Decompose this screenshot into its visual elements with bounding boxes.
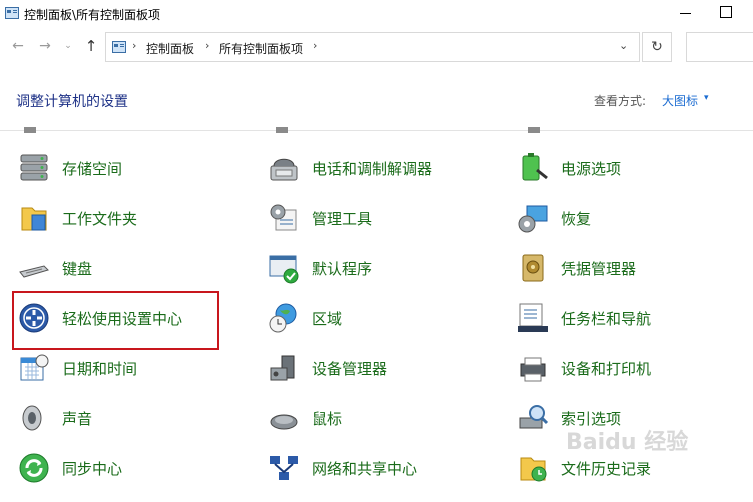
view-by-dropdown[interactable]: 大图标 [662,92,698,109]
item-power-options[interactable]: 电源选项 [517,150,747,186]
chevron-down-icon[interactable]: ▾ [704,93,709,103]
item-work-folders[interactable]: 工作文件夹 [18,200,248,236]
network-sharing-icon [270,456,298,480]
sound-icon [22,405,42,431]
item-label[interactable]: 同步中心 [62,458,122,479]
item-label[interactable]: 默认程序 [312,258,372,279]
device-manager-icon [270,355,295,381]
view-by-label: 查看方式: [594,94,647,108]
header-divider [0,130,753,131]
item-phone-modem[interactable]: 电话和调制解调器 [268,150,498,186]
phone-modem-icon [270,158,298,181]
control-panel-icon [112,41,126,53]
item-default-programs[interactable]: 默认程序 [268,250,498,286]
item-label[interactable]: 区域 [312,308,342,329]
item-label[interactable]: 存储空间 [62,158,122,179]
title-bar: 控制面板\所有控制面板项 [0,0,753,28]
file-history-icon [520,457,547,482]
item-label[interactable]: 工作文件夹 [62,208,137,229]
devices-printers-icon [520,357,546,382]
breadcrumb-control-panel[interactable]: 控制面板 [146,40,194,57]
default-programs-icon [269,255,299,284]
item-region[interactable]: 区域 [268,300,498,336]
search-input[interactable] [686,32,753,62]
address-dropdown-button[interactable]: ⌄ [619,39,628,52]
window-title: 控制面板\所有控制面板项 [24,8,161,22]
item-taskbar-navigation[interactable]: 任务栏和导航 [517,300,747,336]
date-time-icon [20,354,49,381]
item-recovery[interactable]: 恢复 [517,200,747,236]
breadcrumb-separator[interactable]: › [205,39,209,52]
item-label[interactable]: 凭据管理器 [561,258,636,279]
item-mouse[interactable]: 鼠标 [268,400,498,436]
item-network-sharing[interactable]: 网络和共享中心 [268,450,498,486]
back-button[interactable]: ← [10,38,26,54]
item-label[interactable]: 日期和时间 [62,358,137,379]
recovery-icon [518,205,548,233]
item-label[interactable]: 声音 [62,408,92,429]
item-label[interactable]: 文件历史记录 [561,458,651,479]
partial-icon [528,127,540,133]
item-label[interactable]: 任务栏和导航 [561,308,651,329]
item-label[interactable]: 电源选项 [561,158,621,179]
breadcrumb-all-items[interactable]: 所有控制面板项 [219,40,303,57]
refresh-button[interactable]: ↻ [642,32,672,62]
item-label[interactable]: 键盘 [62,258,92,279]
watermark: Baidu 经验 [566,430,689,455]
sync-center-icon [19,453,49,483]
item-label[interactable]: 鼠标 [312,408,342,429]
indexing-icon [519,405,549,429]
item-admin-tools[interactable]: 管理工具 [268,200,498,236]
item-date-time[interactable]: 日期和时间 [18,350,248,386]
work-folders-icon [21,207,47,231]
item-storage-spaces[interactable]: 存储空间 [18,150,248,186]
power-options-icon [522,153,548,181]
partial-icon [276,127,288,133]
partial-icon [24,127,36,133]
navigation-bar: ← → ⌄ ↑ › 控制面板 › 所有控制面板项 › ⌄ ↻ [0,30,753,64]
control-panel-icon [5,7,19,19]
item-label[interactable]: 设备管理器 [312,358,387,379]
mouse-icon [270,414,298,430]
minimize-button[interactable] [678,4,694,22]
keyboard-icon [19,265,49,278]
forward-button[interactable]: → [37,38,53,54]
recent-locations-button[interactable]: ⌄ [60,38,76,54]
item-label[interactable]: 网络和共享中心 [312,458,417,479]
item-sync-center[interactable]: 同步中心 [18,450,248,486]
region-icon [269,303,297,333]
item-sound[interactable]: 声音 [18,400,248,436]
item-label[interactable]: 管理工具 [312,208,372,229]
storage-icon [20,154,48,181]
item-keyboard[interactable]: 键盘 [18,250,248,286]
item-label[interactable]: 设备和打印机 [561,358,651,379]
page-title: 调整计算机的设置 [16,94,128,110]
address-bar[interactable]: › 控制面板 › 所有控制面板项 › ⌄ [105,32,640,62]
item-device-manager[interactable]: 设备管理器 [268,350,498,386]
credential-manager-icon [522,254,544,282]
breadcrumb-separator[interactable]: › [313,39,317,52]
maximize-button[interactable] [720,6,732,18]
admin-tools-icon [270,204,297,231]
taskbar-icon [518,303,548,332]
up-button[interactable]: ↑ [83,38,99,54]
item-label[interactable]: 电话和调制解调器 [312,158,432,179]
highlight-annotation [12,291,219,350]
item-credential-manager[interactable]: 凭据管理器 [517,250,747,286]
breadcrumb-separator[interactable]: › [132,39,136,52]
item-devices-printers[interactable]: 设备和打印机 [517,350,747,386]
item-label[interactable]: 恢复 [561,208,591,229]
